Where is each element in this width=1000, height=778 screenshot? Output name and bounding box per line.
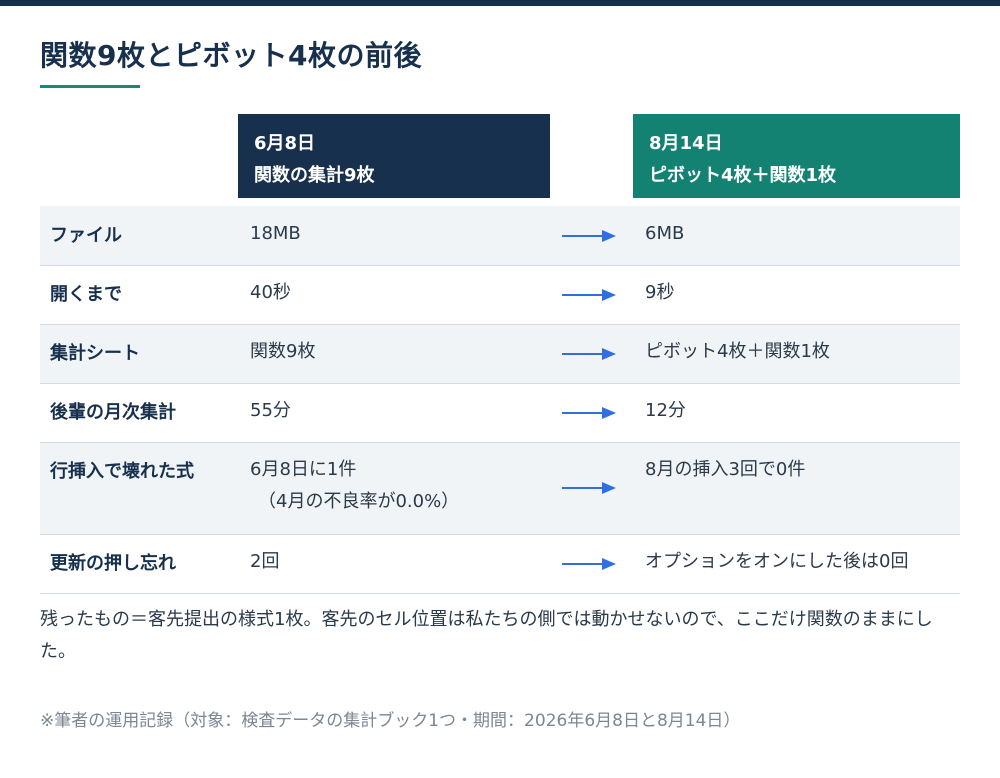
arrow-icon <box>562 407 616 419</box>
table-row: 後輩の月次集計 55分 12分 <box>40 384 960 443</box>
row-label: 更新の押し忘れ <box>50 553 176 574</box>
table-row: 行挿入で壊れた式 6月8日に1件 （4月の不良率が0.0%） 8月の挿入3回で0… <box>40 443 960 535</box>
title-underline <box>40 85 140 88</box>
arrow-icon <box>562 482 616 494</box>
row-after-value: ピボット4枚＋関数1枚 <box>645 341 830 362</box>
summary-note: 残ったもの＝客先提出の様式1枚。客先のセル位置は私たちの側では動かせないので、こ… <box>40 609 933 662</box>
table-row: 開くまで 40秒 9秒 <box>40 266 960 325</box>
row-before-subvalue: （4月の不良率が0.0%） <box>258 491 460 512</box>
row-label: 集計シート <box>50 343 140 364</box>
row-before-value: 18MB <box>250 223 301 244</box>
row-before-value: 55分 <box>250 400 291 421</box>
top-accent-bar <box>0 0 1000 6</box>
arrow-icon <box>562 289 616 301</box>
row-after-value: 12分 <box>645 400 686 421</box>
row-before-value: 6月8日に1件 <box>250 459 357 480</box>
row-label: ファイル <box>50 225 122 246</box>
arrow-icon <box>562 230 616 242</box>
row-before-value: 関数9枚 <box>250 341 316 362</box>
column-header-before: 6月8日 関数の集計9枚 <box>238 114 550 198</box>
row-after-value: 8月の挿入3回で0件 <box>645 459 806 480</box>
row-label: 開くまで <box>50 284 122 305</box>
row-label: 後輩の月次集計 <box>50 402 176 423</box>
row-after-value: オプションをオンにした後は0回 <box>645 551 909 572</box>
source-footnote: ※筆者の運用記録（対象：検査データの集計ブック1つ・期間：2026年6月8日と8… <box>40 711 741 731</box>
column-header-after: 8月14日 ピボット4枚＋関数1枚 <box>633 114 960 198</box>
row-after-value: 6MB <box>645 223 685 244</box>
page-title: 関数9枚とピボット4枚の前後 <box>40 39 422 72</box>
arrow-icon <box>562 348 616 360</box>
row-after-value: 9秒 <box>645 282 675 303</box>
arrow-icon <box>562 558 616 570</box>
row-label: 行挿入で壊れた式 <box>50 461 194 482</box>
before-date: 6月8日 <box>254 133 316 154</box>
before-description: 関数の集計9枚 <box>254 165 375 186</box>
row-before-value: 2回 <box>250 551 280 572</box>
after-date: 8月14日 <box>649 133 723 154</box>
table-row: 集計シート 関数9枚 ピボット4枚＋関数1枚 <box>40 325 960 384</box>
table-row: 更新の押し忘れ 2回 オプションをオンにした後は0回 <box>40 535 960 594</box>
after-description: ピボット4枚＋関数1枚 <box>649 165 837 186</box>
row-before-value: 40秒 <box>250 282 291 303</box>
table-row: ファイル 18MB 6MB <box>40 206 960 266</box>
